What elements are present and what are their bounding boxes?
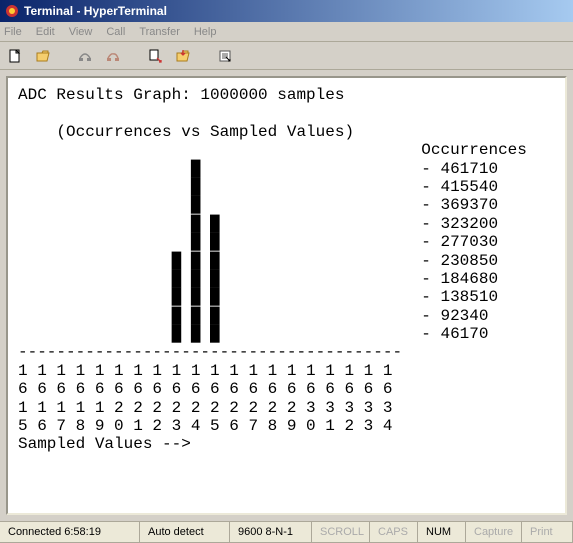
menu-file[interactable]: File bbox=[4, 26, 22, 38]
status-connected: Connected 6:58:19 bbox=[0, 522, 140, 543]
status-capture: Capture bbox=[466, 522, 522, 543]
tb-properties-icon[interactable] bbox=[214, 45, 236, 67]
tb-new-icon[interactable] bbox=[4, 45, 26, 67]
toolbar bbox=[0, 42, 573, 70]
menu-call[interactable]: Call bbox=[106, 26, 125, 38]
terminal-output[interactable]: ADC Results Graph: 1000000 samples (Occu… bbox=[6, 76, 567, 515]
menu-transfer[interactable]: Transfer bbox=[139, 26, 180, 38]
tb-receive-icon[interactable] bbox=[172, 45, 194, 67]
menu-view[interactable]: View bbox=[69, 26, 93, 38]
app-icon bbox=[4, 3, 20, 19]
menu-help[interactable]: Help bbox=[194, 26, 217, 38]
menubar: File Edit View Call Transfer Help bbox=[0, 22, 573, 42]
tb-disconnect-icon[interactable] bbox=[102, 45, 124, 67]
status-detect: Auto detect bbox=[140, 522, 230, 543]
terminal-container: ADC Results Graph: 1000000 samples (Occu… bbox=[0, 70, 573, 521]
status-print: Print bbox=[522, 522, 573, 543]
status-caps: CAPS bbox=[370, 522, 418, 543]
tb-open-icon[interactable] bbox=[32, 45, 54, 67]
tb-send-icon[interactable] bbox=[144, 45, 166, 67]
statusbar: Connected 6:58:19 Auto detect 9600 8-N-1… bbox=[0, 521, 573, 543]
status-scroll: SCROLL bbox=[312, 522, 370, 543]
tb-connect-icon[interactable] bbox=[74, 45, 96, 67]
status-port: 9600 8-N-1 bbox=[230, 522, 312, 543]
window-title: Terminal - HyperTerminal bbox=[24, 4, 167, 18]
status-num: NUM bbox=[418, 522, 466, 543]
menu-edit[interactable]: Edit bbox=[36, 26, 55, 38]
titlebar: Terminal - HyperTerminal bbox=[0, 0, 573, 22]
